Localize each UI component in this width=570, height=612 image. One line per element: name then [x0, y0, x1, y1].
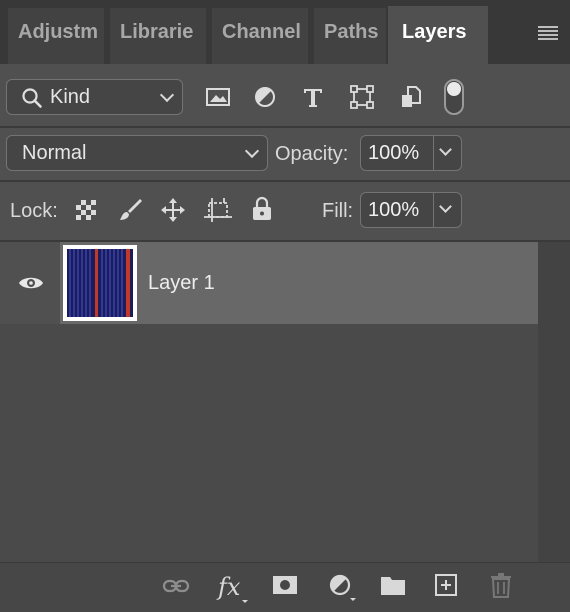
- image-filter-icon[interactable]: [205, 86, 231, 108]
- layer-visibility-toggle[interactable]: [0, 242, 60, 324]
- lock-all-icon[interactable]: [251, 196, 273, 222]
- tab-label: Channel: [222, 21, 301, 43]
- fill-label: Fill:: [322, 200, 354, 222]
- lock-artboard-icon[interactable]: [204, 197, 232, 223]
- layer-name[interactable]: Layer 1: [148, 271, 215, 295]
- search-icon: [22, 88, 42, 108]
- eye-icon[interactable]: [18, 274, 44, 292]
- tab-paths[interactable]: Paths: [314, 8, 386, 64]
- filter-toggle-switch[interactable]: [444, 79, 464, 115]
- fill-value[interactable]: 100%: [368, 193, 419, 227]
- opacity-value[interactable]: 100%: [368, 136, 419, 170]
- new-layer-icon[interactable]: [434, 573, 458, 597]
- tab-adjustments[interactable]: Adjustm: [8, 8, 104, 64]
- filter-kind-label: Kind: [50, 86, 91, 108]
- tab-label: Layers: [402, 21, 467, 43]
- smart-object-filter-icon[interactable]: [400, 85, 422, 109]
- adjustment-layer-icon[interactable]: [328, 573, 360, 603]
- layer-thumbnail[interactable]: [63, 245, 137, 321]
- chevron-down-icon: [159, 87, 175, 103]
- layers-bottom-toolbar: fx: [0, 562, 570, 612]
- lock-label: Lock:: [10, 200, 58, 222]
- lock-row: Lock: Fill: 100%: [0, 182, 570, 240]
- opacity-label: Opacity:: [275, 143, 349, 165]
- blend-mode-dropdown[interactable]: Normal: [6, 135, 268, 171]
- svg-text:fx: fx: [216, 573, 241, 601]
- lock-position-icon[interactable]: [160, 197, 186, 223]
- lock-transparent-pixels-icon[interactable]: [75, 199, 97, 221]
- new-group-icon[interactable]: [380, 574, 406, 596]
- layers-scroll-gutter[interactable]: [538, 242, 570, 562]
- panel-tab-bar: Adjustm Librarie Channel Paths Layers: [0, 0, 570, 64]
- filter-kind-dropdown[interactable]: Kind: [6, 79, 183, 115]
- chevron-down-icon[interactable]: [439, 200, 452, 213]
- layer-thumbnail-image: [67, 249, 133, 317]
- filter-row: Kind: [0, 64, 570, 126]
- field-separator: [433, 136, 434, 170]
- chevron-down-icon: [244, 143, 260, 159]
- toggle-knob: [447, 82, 461, 96]
- layer-row[interactable]: Layer 1: [0, 242, 538, 324]
- tab-label: Paths: [324, 21, 379, 43]
- layer-style-fx-icon[interactable]: fx: [216, 571, 252, 605]
- panel-menu-icon[interactable]: [538, 26, 558, 40]
- adjustment-filter-icon[interactable]: [254, 86, 276, 108]
- lock-image-pixels-icon[interactable]: [118, 197, 144, 223]
- tab-label: Adjustm: [18, 21, 98, 43]
- opacity-field[interactable]: 100%: [360, 135, 462, 171]
- tab-channels[interactable]: Channel: [212, 8, 308, 64]
- blend-row: Normal Opacity: 100%: [0, 128, 570, 180]
- thumbnail-stripes: [67, 249, 133, 317]
- add-mask-icon[interactable]: [272, 575, 298, 595]
- chevron-down-icon[interactable]: [439, 143, 452, 156]
- shape-filter-icon[interactable]: [350, 85, 374, 109]
- fill-field[interactable]: 100%: [360, 192, 462, 228]
- layers-list-empty-area: [0, 324, 570, 562]
- type-filter-icon[interactable]: [302, 86, 324, 108]
- tab-label: Librarie: [120, 21, 194, 43]
- tab-libraries[interactable]: Librarie: [110, 8, 206, 64]
- blend-mode-value: Normal: [22, 142, 87, 164]
- field-separator: [433, 193, 434, 227]
- tab-layers[interactable]: Layers: [388, 6, 488, 64]
- link-layers-icon[interactable]: [162, 577, 190, 595]
- delete-layer-icon[interactable]: [490, 572, 512, 598]
